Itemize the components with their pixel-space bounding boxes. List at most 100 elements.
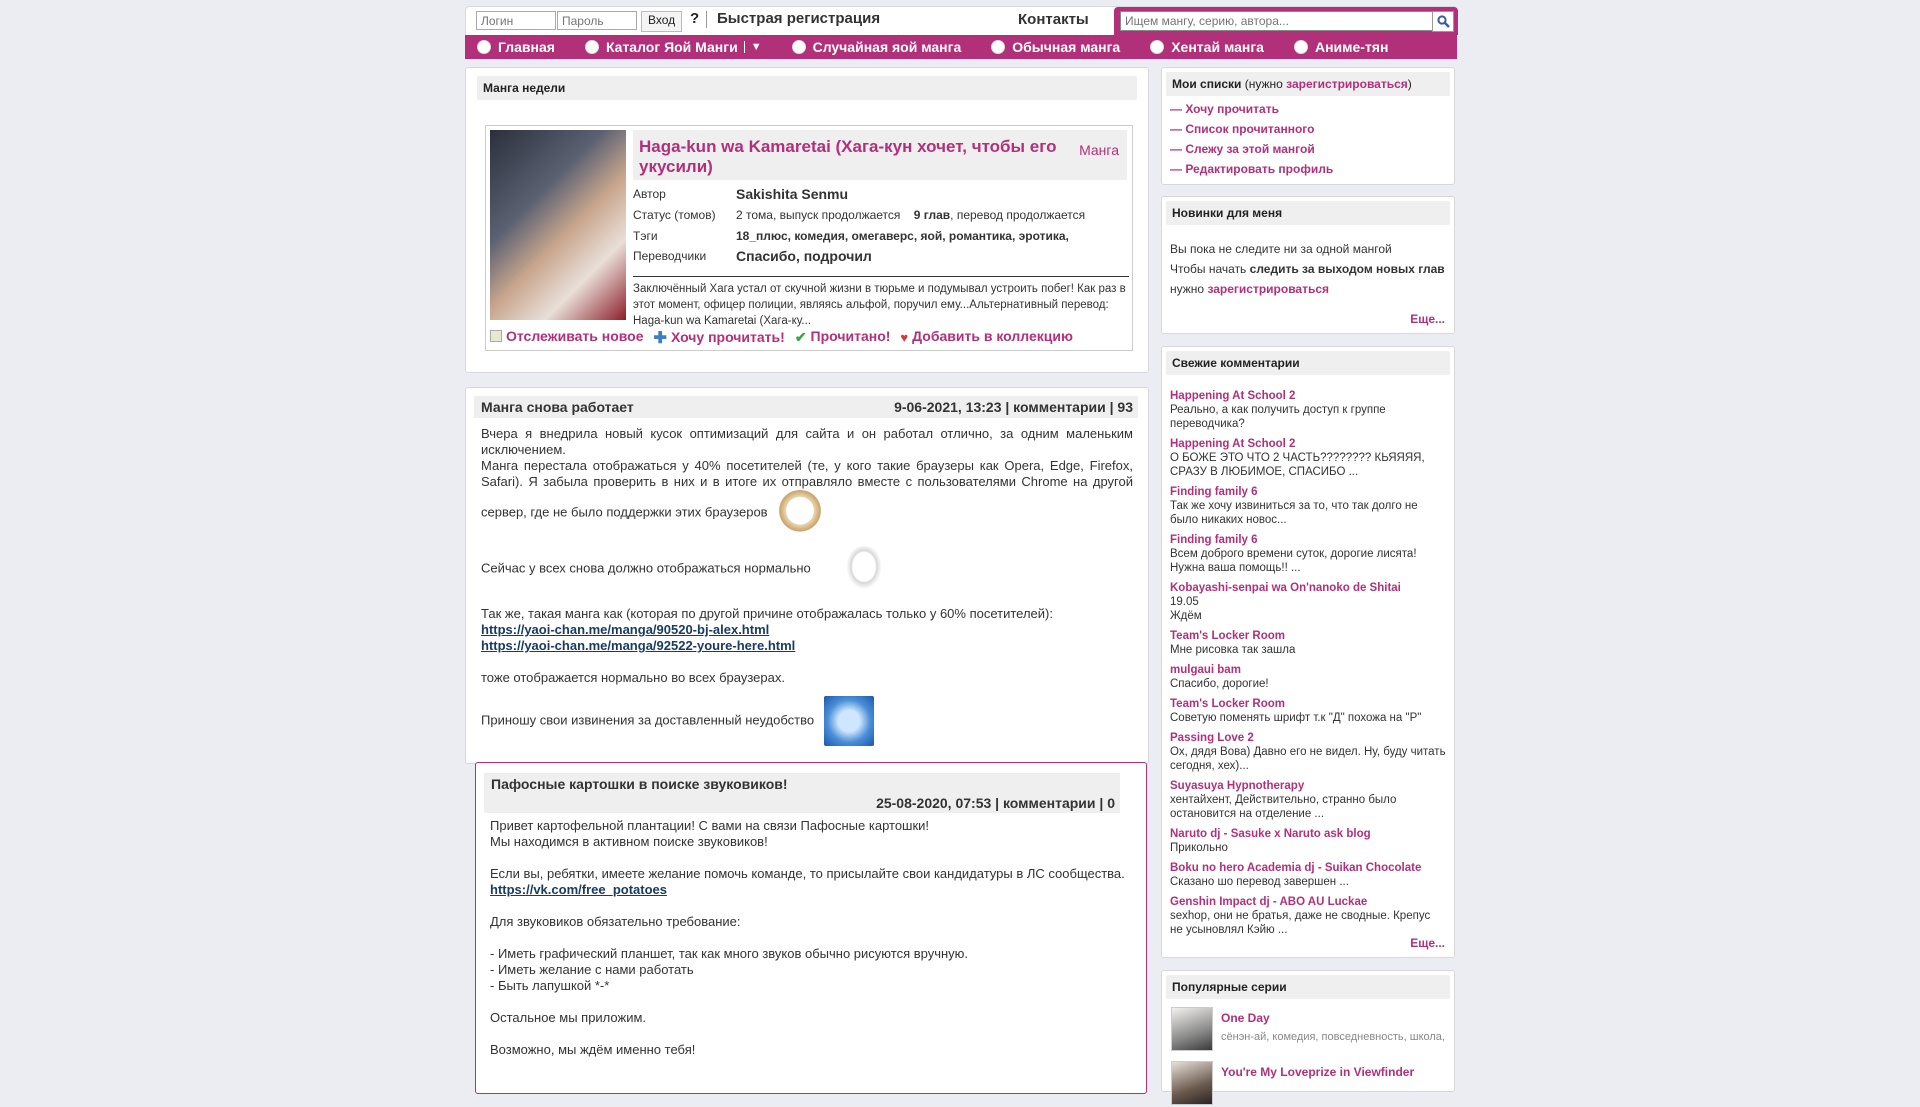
track-button[interactable]: Отслеживать новое [490,328,644,345]
news-title[interactable]: Манга снова работает [481,399,634,415]
nav-home[interactable]: Главная [477,39,555,55]
manga-actions: Отслеживать новое ✚ Хочу прочитать! ✔ Проч… [490,328,1073,347]
login-input[interactable] [476,11,556,30]
news-meta[interactable]: 25-08-2020, 07:53 | комментарии | 0 [876,795,1115,811]
search-input[interactable] [1120,11,1436,31]
comment-text: Всем доброго времени суток, дорогие лися… [1170,548,1417,574]
collection-button[interactable]: ♥ Добавить в коллекцию [900,328,1073,345]
comment-text: 19.05 Ждём [1170,596,1202,622]
chevron-down-icon[interactable]: ▼ [743,41,762,53]
status-label: Статус (томов) [633,208,716,222]
panel-title: Популярные серии [1166,975,1450,999]
list-following[interactable]: — Слежу за этой мангой [1170,142,1446,156]
news-title[interactable]: Пафосные картошки в поиске звуковиков! [491,776,788,792]
manga-title[interactable]: Haga-kun wa Kamaretai (Хага-кун хочет, ч… [639,137,1059,177]
search-box [1114,7,1458,35]
news-link[interactable]: https://yaoi-chan.me/manga/90520-bj-alex… [481,622,1133,638]
fresh-comments-panel: Свежие комментарии Happening At School 2… [1161,346,1455,958]
comment-item: Finding family 6 Всем доброго времени сут… [1170,533,1446,575]
password-input[interactable] [557,11,637,30]
comment-text: Реально, а как получить доступ к группе … [1170,404,1386,430]
want-read-button[interactable]: ✚ Хочу прочитать! [653,328,785,347]
comment-title[interactable]: Team's Locker Room [1170,629,1446,643]
more-link[interactable]: Еще... [1410,936,1445,950]
list-want-read[interactable]: — Хочу прочитать [1170,102,1446,116]
comment-text: О БОЖЕ ЭТО ЧТО 2 ЧАСТЬ???????? КЬЯЯЯЯ, С… [1170,452,1425,478]
top-bar: Вход ? Быстрая регистрация Контакты [465,6,1458,35]
nav-label: Аниме-тян [1314,39,1389,55]
comment-title[interactable]: Finding family 6 [1170,533,1446,547]
read-label: Прочитано! [810,328,891,344]
bullet-icon [584,40,599,54]
comment-title[interactable]: Naruto dj - Sasuke x Naruto ask blog [1170,827,1446,841]
collection-label: Добавить в коллекцию [912,328,1073,344]
comment-title[interactable]: mulgaui bam [1170,663,1446,677]
main-nav: Главная Каталог Яой Манги ▼ Случайная яой… [465,35,1457,59]
nav-catalog[interactable]: Каталог Яой Манги ▼ [584,39,762,55]
help-link[interactable]: ? [690,10,699,27]
comment-title[interactable]: Finding family 6 [1170,485,1446,499]
comment-title[interactable]: Passing Love 2 [1170,731,1446,745]
more-link[interactable]: Еще... [1410,312,1445,326]
news-link-1[interactable]: https://yaoi-chan.me/manga/90520-bj-alex… [481,622,769,637]
news-text: Сейчас у всех снова должно отображаться … [481,560,811,576]
track-label: Отслеживать новое [506,328,644,344]
comment-title[interactable]: Happening At School 2 [1170,437,1446,451]
plus-icon: ✚ [653,330,667,347]
emoticon-image [777,490,824,536]
divider [706,11,707,28]
my-lists-panel: Мои списки (нужно зарегистрироваться) — … [1161,67,1455,185]
bullet-icon [477,40,491,54]
register-link[interactable]: зарегистрироваться [1286,77,1408,91]
comment-item: Finding family 6 Так же хочу извиниться з… [1170,485,1446,527]
series-name[interactable]: You're My Loveprize in Viewfinder [1221,1065,1414,1079]
news-paragraph: Если вы, ребятки, имеете желание помочь … [490,866,1125,881]
read-button[interactable]: ✔ Прочитано! [795,328,891,345]
vk-link[interactable]: https://vk.com/free_potatoes [490,882,667,897]
news-link[interactable]: https://yaoi-chan.me/manga/92522-youre-h… [481,638,1133,654]
comment-title[interactable]: Team's Locker Room [1170,697,1446,711]
comment-title[interactable]: Boku no hero Academia dj - Suikan Chocol… [1170,861,1446,875]
news-paragraph: Для звуковиков обязательно требование: [490,914,741,929]
author-value[interactable]: Sakishita Senmu [736,186,848,202]
news-paragraph: - Быть лапушкой *-* [490,978,610,993]
lists-note: (нужно [1244,77,1287,91]
series-thumbnail[interactable] [1171,1007,1213,1051]
search-button[interactable] [1432,11,1454,32]
comment-item: Genshin Impact dj - ABO AU Luckae sexhop,… [1170,895,1446,937]
register-link[interactable]: зарегистрироваться [1207,282,1329,296]
comment-item: mulgaui bam Спасибо, дорогие! [1170,663,1446,691]
search-icon [1436,15,1450,28]
news-meta[interactable]: 9-06-2021, 13:23 | комментарии | 93 [894,399,1133,415]
popular-item[interactable]: You're My Loveprize in Viewfinder [1171,1061,1447,1107]
comment-title[interactable]: Happening At School 2 [1170,389,1446,403]
tags-value[interactable]: 18_плюс, комедия, омегаверс, яой, романт… [736,229,1069,243]
lists-title: Мои списки [1172,77,1242,91]
series-thumbnail[interactable] [1171,1061,1213,1105]
news-link-2[interactable]: https://yaoi-chan.me/manga/92522-youre-h… [481,638,795,653]
translators-label: Переводчики [633,249,707,263]
news-link[interactable]: https://vk.com/free_potatoes [490,882,1126,898]
series-name[interactable]: One Day [1221,1011,1270,1025]
popular-item[interactable]: One Day сёнэн-ай, комедия, повседневност… [1171,1007,1447,1053]
nav-hentai[interactable]: Хентай манга [1150,39,1264,55]
comment-item: Happening At School 2О БОЖЕ ЭТО ЧТО 2 ЧА… [1170,437,1446,479]
new-for-me-panel: Новинки для меня Вы пока не следите ни з… [1161,196,1455,334]
nav-regular[interactable]: Обычная манга [991,39,1120,55]
comment-title[interactable]: Suyasuya Hypnotherapy [1170,779,1446,793]
contacts-link[interactable]: Контакты [1018,11,1089,28]
comment-text: Спасибо, дорогие! [1170,678,1269,690]
manga-cover[interactable] [490,130,626,320]
login-button[interactable]: Вход [641,11,683,32]
translators-value[interactable]: Спасибо, подрочил [736,248,872,264]
comment-text: Сказано шо перевод завершен ... [1170,876,1349,888]
register-link[interactable]: Быстрая регистрация [717,10,880,27]
news-post: Манга снова работает 9-06-2021, 13:23 | … [465,387,1149,764]
nav-anime[interactable]: Аниме-тян [1293,39,1389,55]
edit-profile-link[interactable]: — Редактировать профиль [1170,162,1446,176]
list-read[interactable]: — Список прочитанного [1170,122,1446,136]
comment-item: Kobayashi-senpai wa On'nanoko de Shitai 1… [1170,581,1446,623]
nav-random[interactable]: Случайная яой манга [791,39,961,55]
comment-title[interactable]: Genshin Impact dj - ABO AU Luckae [1170,895,1446,909]
comment-title[interactable]: Kobayashi-senpai wa On'nanoko de Shitai [1170,581,1446,595]
